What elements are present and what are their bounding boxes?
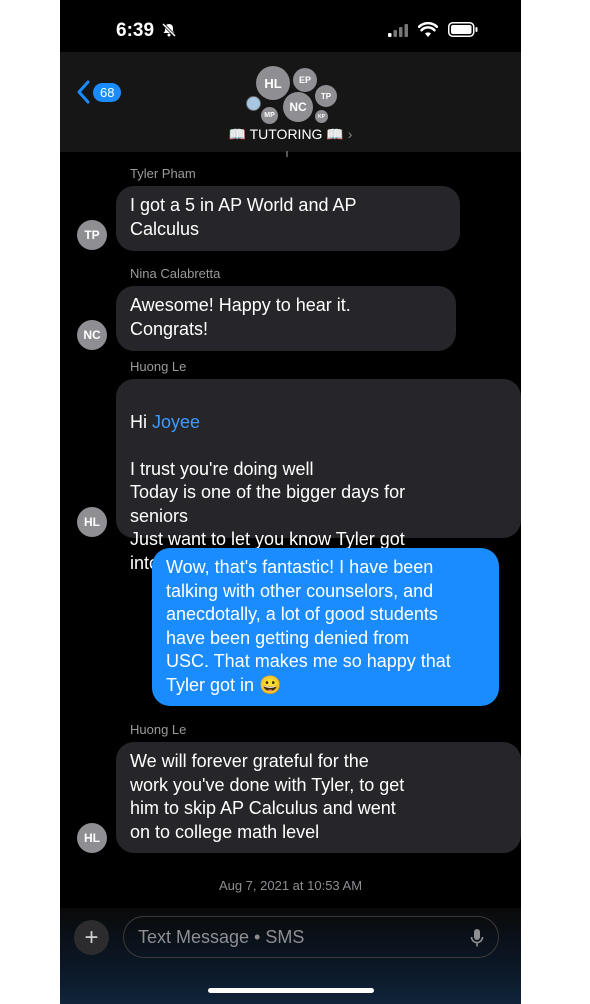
avatar-photo: [246, 96, 261, 111]
message-bubble[interactable]: Awesome! Happy to hear it. Congrats!: [116, 286, 456, 351]
wifi-icon: [418, 22, 438, 37]
group-name[interactable]: 📖 TUTORING 📖 ›: [60, 126, 521, 143]
conversation-header: 68 HL EP TP NC MP KP 📖 TUTORING 📖 ›: [60, 52, 521, 152]
avatar-kp: KP: [315, 110, 328, 123]
cell-signal-icon: [388, 24, 408, 37]
chevron-right-icon: ›: [347, 126, 353, 142]
sender-name: Tyler Pham: [130, 166, 196, 181]
message-input-placeholder: Text Message • SMS: [138, 926, 305, 947]
message-timestamp: Aug 7, 2021 at 10:53 AM: [218, 878, 363, 893]
chevron-left-icon: [77, 80, 90, 104]
sender-name: Nina Calabretta: [130, 266, 221, 281]
avatar-nc: NC: [283, 92, 313, 122]
scroll-divider: [286, 151, 288, 157]
composer-bar: + Text Message • SMS: [60, 908, 521, 1004]
outgoing-message-bubble[interactable]: Wow, that's fantastic! I have been talki…: [152, 548, 499, 706]
battery-icon: [448, 22, 478, 37]
sender-name: Huong Le: [130, 359, 187, 374]
avatar-mp: MP: [261, 107, 278, 124]
unread-count-badge: 68: [93, 82, 122, 102]
avatar-tp: TP: [315, 85, 337, 107]
group-name-label: 📖 TUTORING 📖: [228, 126, 344, 142]
microphone-icon[interactable]: [470, 928, 484, 948]
plus-icon[interactable]: +: [74, 920, 109, 955]
sender-avatar[interactable]: TP: [77, 220, 107, 250]
sender-name: Huong Le: [130, 722, 187, 737]
phone-screen: 6:39 68 HL EP TP NC MP KP 📖 TUTORING 📖 ›…: [60, 0, 521, 1004]
sender-avatar[interactable]: NC: [77, 320, 107, 350]
avatar-hl: HL: [256, 66, 290, 100]
back-button[interactable]: 68: [76, 80, 122, 104]
status-time: 6:39: [116, 20, 155, 41]
silent-bell-icon: [161, 22, 177, 38]
message-bubble[interactable]: We will forever grateful for the work yo…: [116, 742, 521, 853]
mention-link[interactable]: Joyee: [152, 412, 200, 432]
message-bubble[interactable]: Hi Joyee I trust you're doing well Today…: [116, 379, 521, 573]
greeting-text: Hi: [130, 411, 152, 432]
message-bubble[interactable]: I got a 5 in AP World and AP Calculus: [116, 186, 460, 251]
home-indicator[interactable]: [208, 988, 374, 993]
message-input[interactable]: Text Message • SMS: [123, 916, 499, 958]
sender-avatar[interactable]: HL: [77, 823, 107, 853]
sender-avatar[interactable]: HL: [77, 507, 107, 537]
avatar-ep: EP: [293, 68, 317, 92]
